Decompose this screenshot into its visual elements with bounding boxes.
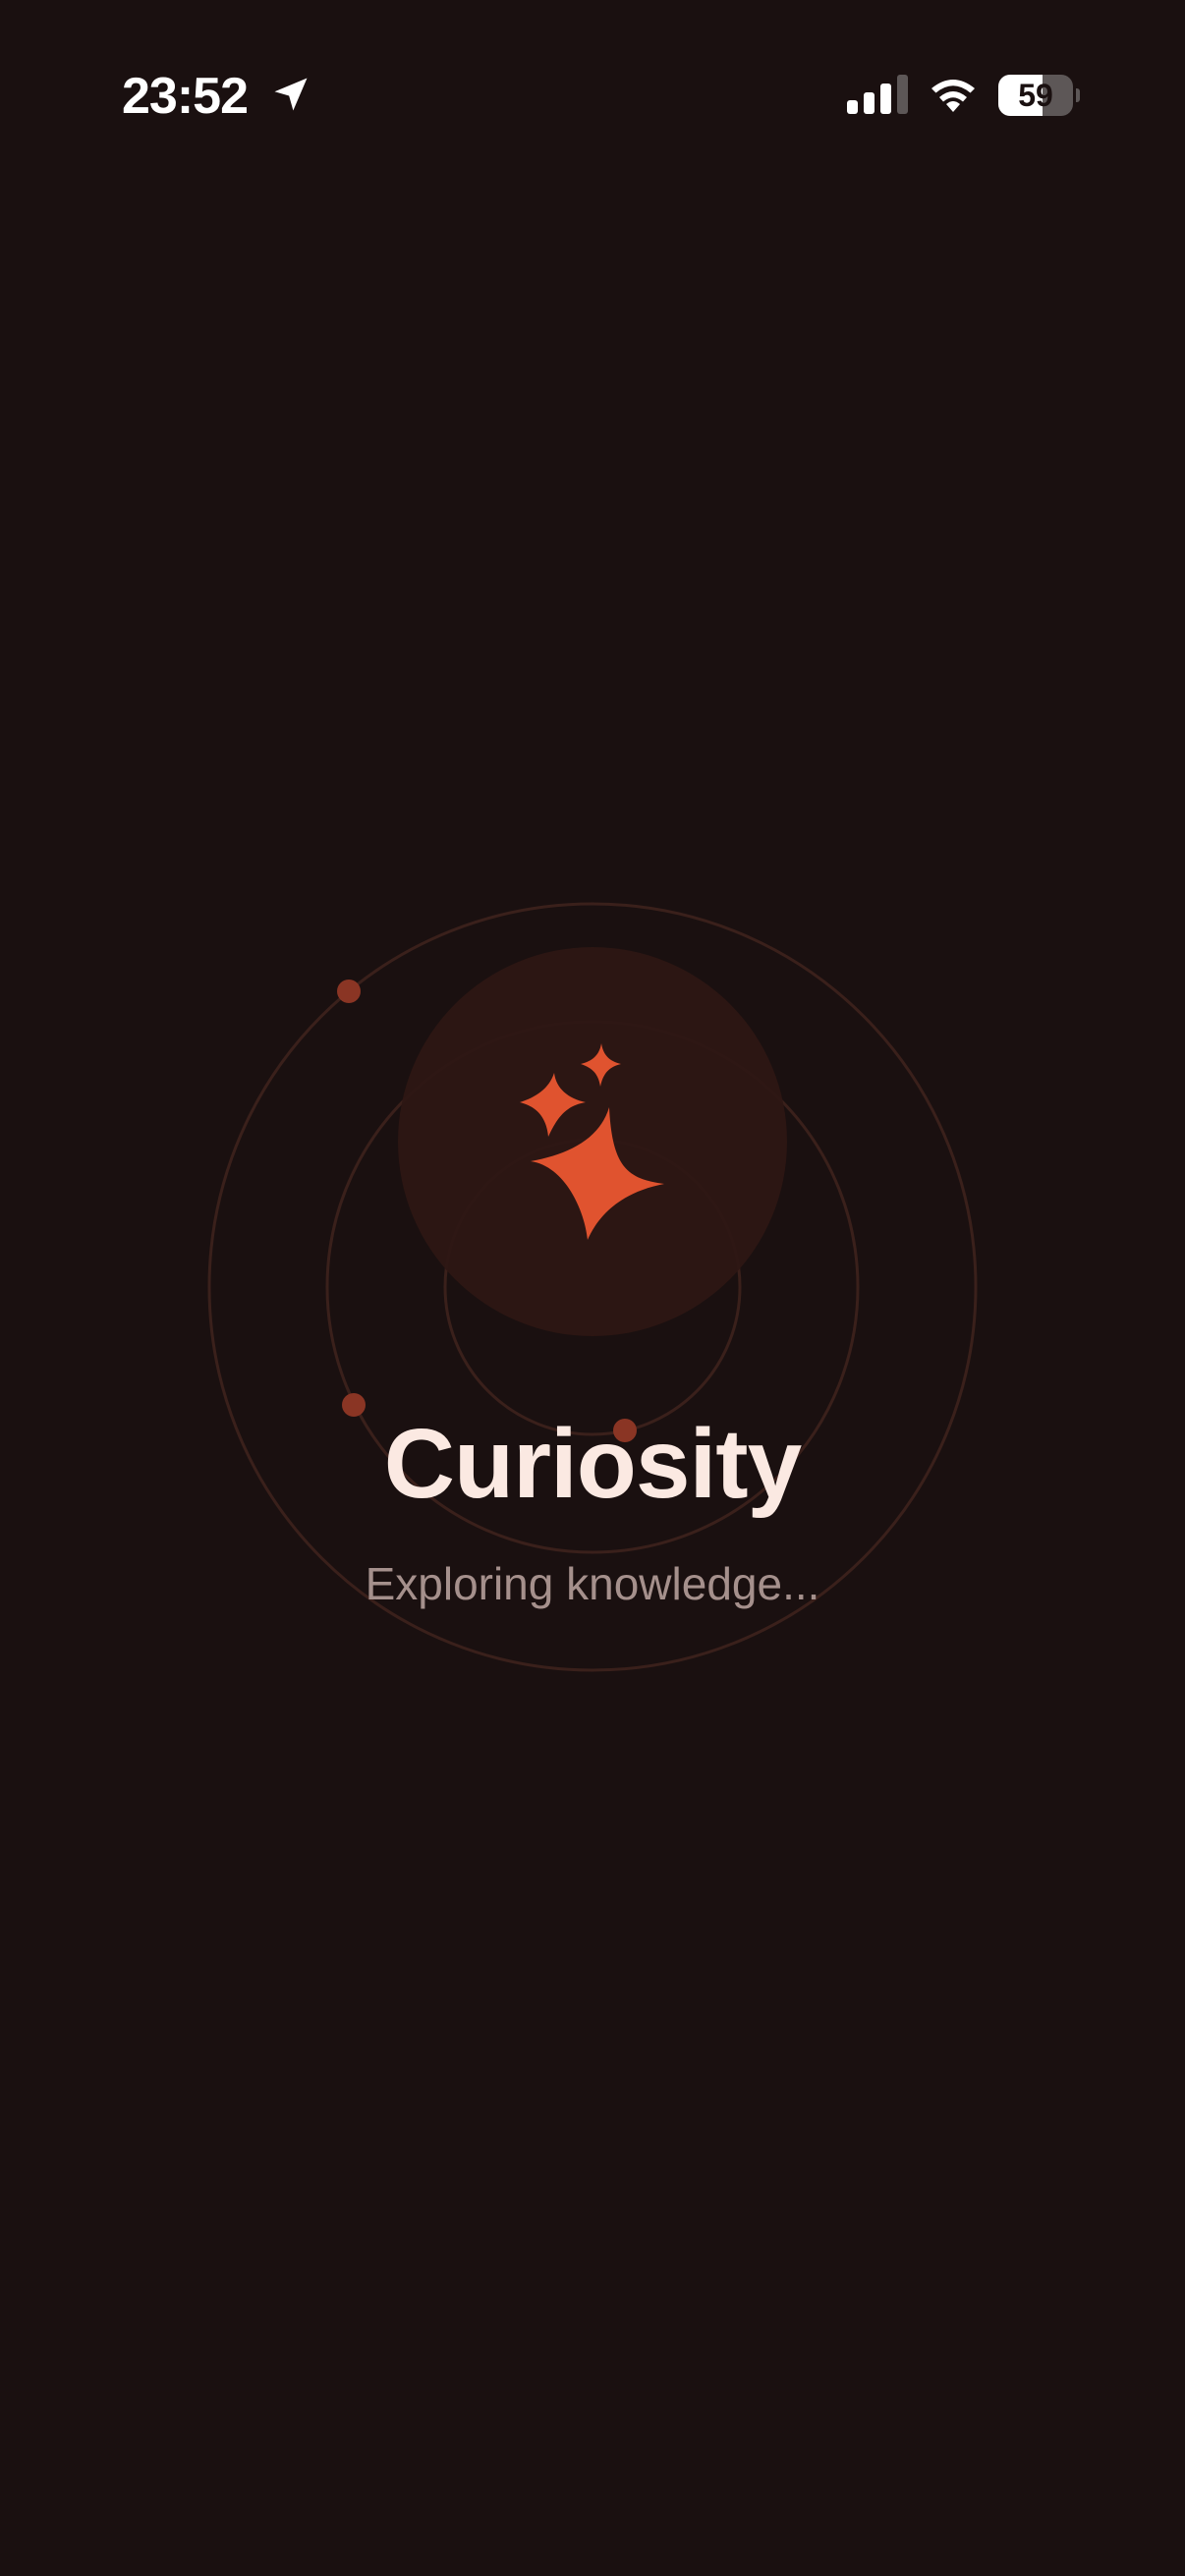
logo-glow xyxy=(398,947,787,1336)
status-time: 23:52 xyxy=(122,68,249,125)
sparkle-small xyxy=(581,1043,621,1087)
battery-cap xyxy=(1076,88,1080,102)
location-arrow-icon xyxy=(274,78,308,111)
wifi-icon xyxy=(931,80,975,112)
status-bar: 23:52 59 xyxy=(0,0,1185,196)
app-title: Curiosity xyxy=(383,1409,802,1519)
loading-subtitle: Exploring knowledge... xyxy=(365,1558,820,1609)
battery-percentage: 59 xyxy=(1018,78,1053,113)
orbit-ring-inner xyxy=(443,1138,742,1436)
battery-icon: 59 xyxy=(998,75,1080,116)
cellular-signal-icon xyxy=(847,75,908,114)
sparkles-icon xyxy=(520,1043,664,1240)
orbit-dot xyxy=(337,980,361,1003)
battery-body: 59 xyxy=(998,75,1073,116)
sparkle-medium xyxy=(520,1073,586,1137)
loader-graphic xyxy=(207,902,978,1672)
sparkle-large xyxy=(531,1107,664,1240)
